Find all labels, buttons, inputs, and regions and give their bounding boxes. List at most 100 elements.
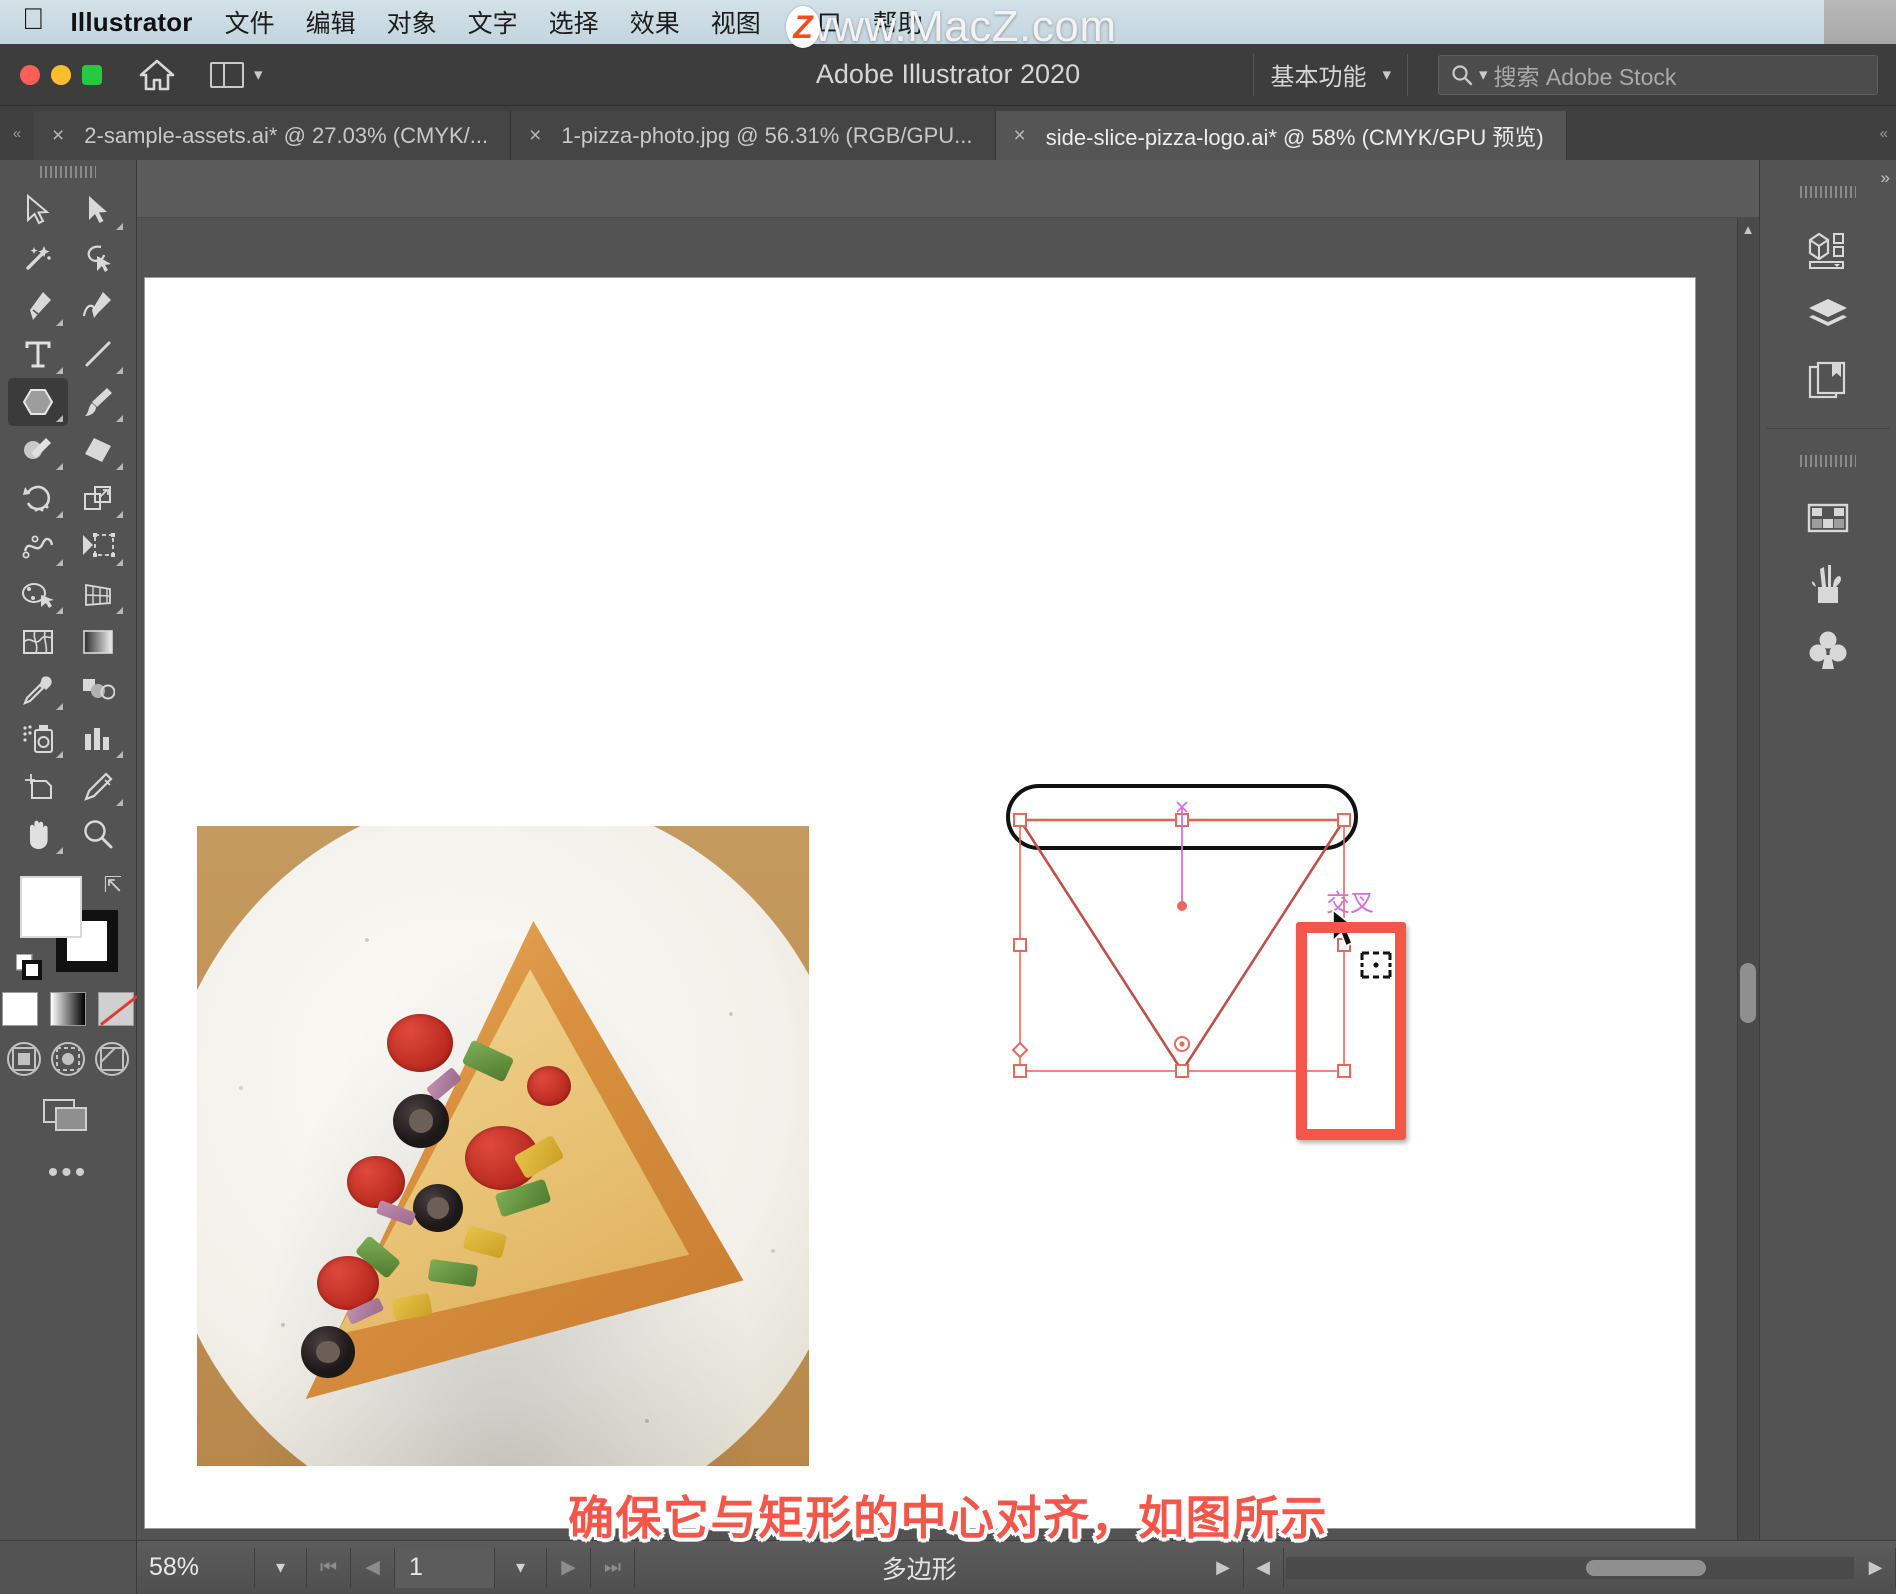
swatches-panel-icon[interactable] — [1791, 485, 1865, 551]
document-tab-3-active[interactable]: × side-slice-pizza-logo.ai* @ 58% (CMYK/… — [995, 111, 1567, 160]
home-icon[interactable] — [138, 56, 176, 94]
previous-artboard-icon[interactable]: ◀ — [351, 1547, 395, 1588]
scroll-up-button[interactable]: ▲ — [1737, 218, 1759, 240]
type-tool[interactable] — [8, 330, 68, 378]
close-icon[interactable]: × — [529, 124, 541, 148]
perspective-grid-tool[interactable] — [68, 570, 128, 618]
tools-panel-grip[interactable] — [40, 166, 96, 178]
selection-tool[interactable] — [8, 186, 68, 234]
symbol-sprayer-tool[interactable] — [8, 714, 68, 762]
menu-edit[interactable]: 编辑 — [306, 4, 356, 40]
canvas-area[interactable]: 交叉 ▲ ▼ — [137, 160, 1759, 1594]
polygon-tool[interactable] — [8, 378, 68, 426]
search-input[interactable]: ▾ 搜索 Adobe Stock — [1438, 54, 1878, 95]
paintbrush-tool[interactable] — [68, 378, 128, 426]
watermark-badge: Z — [786, 6, 820, 48]
first-artboard-icon[interactable]: ⏮ — [307, 1547, 351, 1588]
status-menu-arrow-icon[interactable]: ▶ — [1204, 1547, 1244, 1588]
fill-swatch[interactable] — [20, 876, 82, 938]
status-indicator-text[interactable]: 多边形 — [635, 1550, 1204, 1586]
edit-toolbar-button[interactable]: ••• — [48, 1156, 89, 1190]
draw-inside-icon[interactable] — [95, 1042, 129, 1076]
artboard-dropdown-chevron-down-icon[interactable]: ▾ — [495, 1547, 547, 1588]
width-tool[interactable] — [8, 522, 68, 570]
maximize-window-button[interactable] — [82, 64, 102, 85]
swap-fill-stroke-icon[interactable]: ⇱ — [104, 872, 122, 898]
hscroll-right-button[interactable]: ▶ — [1856, 1547, 1896, 1588]
last-artboard-icon[interactable]: ⏭ — [591, 1547, 635, 1588]
column-graph-tool[interactable] — [68, 714, 128, 762]
menu-object[interactable]: 对象 — [387, 4, 437, 40]
draw-normal-icon[interactable] — [7, 1042, 41, 1076]
horizontal-scroll-thumb[interactable] — [1585, 1559, 1706, 1576]
tab-label: side-slice-pizza-logo.ai* @ 58% (CMYK/GP… — [1045, 124, 1544, 150]
panel-dock-grip[interactable] — [1800, 186, 1856, 198]
libraries-panel-icon[interactable] — [1791, 348, 1865, 414]
direct-selection-tool[interactable] — [68, 186, 128, 234]
gradient-tool[interactable] — [68, 618, 128, 666]
brushes-panel-icon[interactable] — [1791, 551, 1865, 617]
artboard[interactable]: 交叉 — [145, 278, 1695, 1528]
collapse-panel-icon[interactable]: » — [1881, 168, 1890, 188]
artboard-tool[interactable] — [8, 762, 68, 810]
free-transform-tool[interactable] — [68, 522, 128, 570]
artboard-number-input[interactable]: 1 — [395, 1547, 495, 1588]
rotate-tool[interactable] — [8, 474, 68, 522]
menu-type[interactable]: 文字 — [468, 4, 518, 40]
close-icon[interactable]: × — [1014, 124, 1026, 148]
hscroll-left-button[interactable]: ◀ — [1244, 1547, 1284, 1588]
line-segment-tool[interactable] — [68, 330, 128, 378]
panel-dock-grip-2[interactable] — [1800, 455, 1856, 467]
gradient-swatch-button[interactable] — [50, 992, 86, 1026]
document-tab-1[interactable]: × 2-sample-assets.ai* @ 27.03% (CMYK/... — [34, 111, 512, 160]
horizontal-scrollbar[interactable] — [1285, 1556, 1854, 1579]
fill-stroke-controls[interactable]: ⇱ — [8, 872, 128, 986]
arrange-documents-icon[interactable]: ▾ — [210, 61, 263, 88]
magic-wand-tool[interactable] — [8, 234, 68, 282]
layers-panel-icon[interactable] — [1791, 282, 1865, 348]
menu-help[interactable]: 帮助 — [873, 4, 923, 40]
scale-tool[interactable] — [68, 474, 128, 522]
zoom-level-input[interactable]: 58% — [137, 1547, 255, 1588]
vertical-scrollbar[interactable]: ▲ ▼ — [1737, 218, 1759, 1594]
none-swatch-button[interactable] — [98, 992, 134, 1026]
tabbar-collapse-icon[interactable]: « — [0, 106, 34, 160]
zoom-dropdown-chevron-down-icon[interactable]: ▾ — [255, 1547, 307, 1588]
menu-file[interactable]: 文件 — [225, 4, 275, 40]
menu-view[interactable]: 视图 — [711, 4, 761, 40]
color-swatch-button[interactable] — [2, 992, 38, 1026]
flyout-indicator — [56, 319, 63, 326]
mesh-tool[interactable] — [8, 618, 68, 666]
close-window-button[interactable] — [20, 64, 40, 85]
pen-tool[interactable] — [8, 282, 68, 330]
next-artboard-icon[interactable]: ▶ — [547, 1547, 591, 1588]
document-tab-2[interactable]: × 1-pizza-photo.jpg @ 56.31% (RGB/GPU... — [511, 111, 996, 160]
workspace-switcher[interactable]: 基本功能 ▾ — [1270, 57, 1391, 92]
menu-select[interactable]: 选择 — [549, 4, 599, 40]
pizza-slice-photo[interactable] — [197, 826, 809, 1466]
eyedropper-tool[interactable] — [8, 666, 68, 714]
app-menu-illustrator[interactable]: Illustrator — [71, 7, 193, 38]
tabbar-expand-icon[interactable]: « — [1880, 106, 1896, 160]
shaper-tool[interactable] — [8, 426, 68, 474]
close-icon[interactable]: × — [52, 124, 64, 148]
default-fill-stroke-icon[interactable] — [16, 954, 42, 980]
smart-guide-point — [1177, 901, 1187, 911]
curvature-tool[interactable] — [68, 282, 128, 330]
properties-panel-icon[interactable] — [1791, 216, 1865, 282]
menu-effect[interactable]: 效果 — [630, 4, 680, 40]
symbols-panel-icon[interactable] — [1791, 617, 1865, 683]
blend-tool[interactable] — [68, 666, 128, 714]
window-controls[interactable] — [0, 64, 102, 85]
lasso-tool[interactable] — [68, 234, 128, 282]
hand-tool[interactable] — [8, 810, 68, 858]
change-screen-mode-icon[interactable] — [42, 1098, 94, 1132]
vertical-scroll-thumb[interactable] — [1740, 963, 1756, 1023]
slice-tool[interactable] — [68, 762, 128, 810]
eraser-tool[interactable] — [68, 426, 128, 474]
minimize-window-button[interactable] — [51, 64, 71, 85]
zoom-tool[interactable] — [68, 810, 128, 858]
draw-behind-icon[interactable] — [51, 1042, 85, 1076]
apple-logo-icon[interactable]:  — [22, 5, 45, 35]
shape-builder-tool[interactable] — [8, 570, 68, 618]
